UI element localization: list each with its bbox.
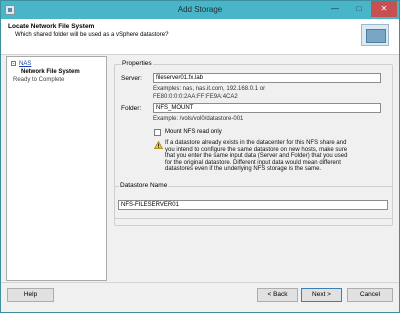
mount-read-only-label[interactable]: Mount NFS read only (165, 129, 222, 135)
cancel-button[interactable]: Cancel (347, 288, 393, 302)
datastore-name-group: Datastore Name NFS-FILESERVER01 (114, 182, 393, 219)
warning-icon (154, 141, 163, 149)
mount-read-only-checkbox[interactable] (154, 129, 161, 136)
footer-divider (1, 282, 399, 283)
folder-hint: Example: /vols/vol0/datastore-001 (153, 116, 244, 122)
storage-wizard-icon (361, 24, 389, 46)
step-nas-label[interactable]: NAS (19, 61, 31, 67)
next-button[interactable]: Next > (301, 288, 342, 302)
minimize-button[interactable]: — (323, 1, 347, 17)
wizard-header: Locate Network File System Which shared … (1, 19, 399, 55)
folder-label: Folder: (121, 105, 142, 112)
collapse-icon[interactable]: - (11, 61, 16, 67)
server-input[interactable]: fileserver01.fx.lab (153, 73, 381, 83)
add-storage-window: Add Storage — □ ✕ Locate Network File Sy… (0, 0, 400, 313)
properties-legend: Properties (121, 60, 153, 67)
datastore-warning-text: If a datastore already exists in the dat… (165, 140, 348, 172)
server-hint-line-1: Examples: nas, nas.it.com, 192.168.0.1 o… (153, 86, 266, 92)
datastore-name-legend: Datastore Name (119, 182, 169, 189)
page-subtitle: Which shared folder will be used as a vS… (15, 32, 169, 38)
wizard-steps-panel: - NAS Network File System Ready to Comple… (6, 56, 107, 281)
help-button[interactable]: Help (7, 288, 54, 302)
step-network-file-system: Network File System (21, 69, 80, 75)
title-bar: Add Storage — □ ✕ (1, 1, 399, 19)
folder-input[interactable]: NFS_MOUNT (153, 103, 381, 113)
maximize-button[interactable]: □ (347, 1, 371, 17)
back-button[interactable]: < Back (257, 288, 298, 302)
main-panel: Properties Server: fileserver01.fx.lab E… (110, 56, 395, 281)
server-hint-line-2: FE80:0:0:0:2AA:FF:FE9A:4CA2 (153, 94, 238, 100)
page-title: Locate Network File System (8, 23, 95, 30)
close-button[interactable]: ✕ (371, 1, 397, 17)
step-nas[interactable]: - NAS (11, 61, 31, 67)
server-label: Server: (121, 75, 142, 82)
step-ready-to-complete: Ready to Complete (13, 77, 65, 83)
datastore-name-input[interactable]: NFS-FILESERVER01 (118, 200, 388, 210)
